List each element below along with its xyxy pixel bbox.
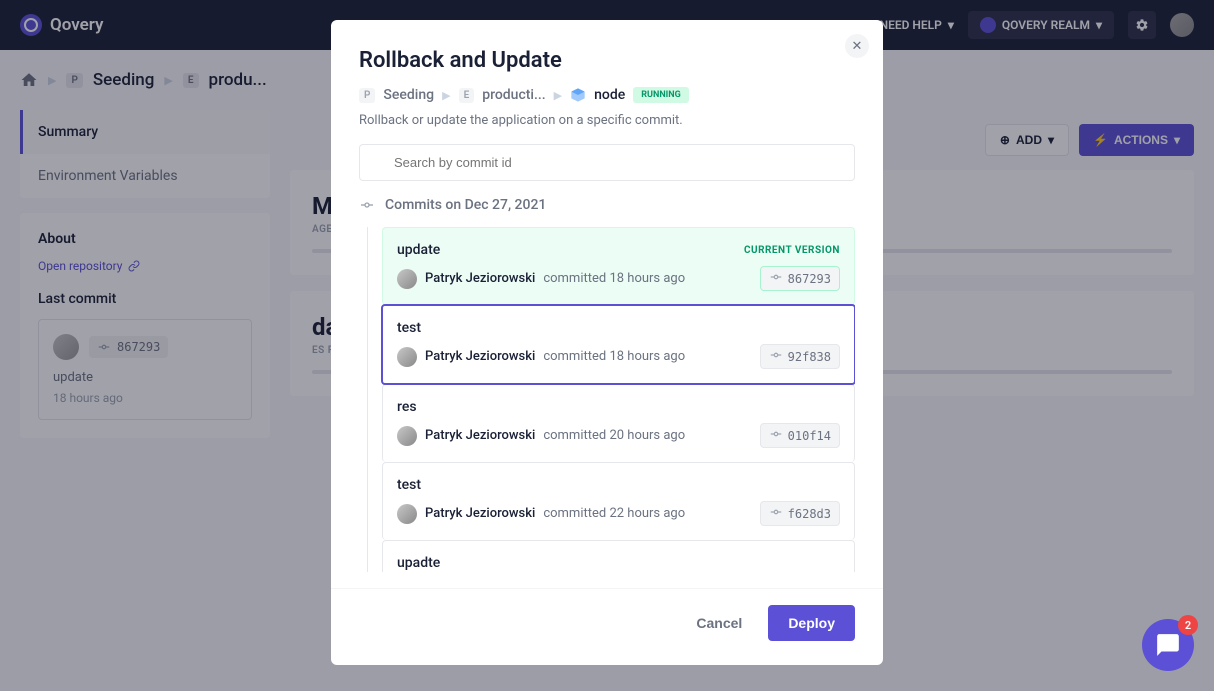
modal-close-button[interactable]: ✕ — [845, 34, 869, 58]
commit-when: committed 20 hours ago — [543, 428, 685, 443]
commit-title: test — [397, 320, 421, 336]
commit-author-avatar — [397, 347, 417, 367]
commit-when: committed 18 hours ago — [543, 349, 685, 364]
app-icon — [570, 87, 586, 103]
commit-when: committed 18 hours ago — [543, 271, 685, 286]
project-badge: P — [359, 88, 375, 103]
chat-icon — [1155, 632, 1181, 658]
cancel-button[interactable]: Cancel — [680, 605, 758, 641]
rollback-modal: ✕ Rollback and Update P Seeding ▶ E prod… — [331, 20, 883, 665]
commit-author: Patryk Jeziorowski — [425, 506, 535, 521]
modal-title: Rollback and Update — [359, 48, 855, 73]
commit-icon — [769, 270, 783, 287]
commit-author: Patryk Jeziorowski — [425, 349, 535, 364]
modal-overlay: ✕ Rollback and Update P Seeding ▶ E prod… — [0, 0, 1214, 691]
commit-author: Patryk Jeziorowski — [425, 428, 535, 443]
chevron-right-icon: ▶ — [554, 89, 562, 102]
commit-icon — [769, 427, 783, 444]
commit-item[interactable]: test Patryk Jeziorowski committed 18 hou… — [381, 304, 855, 385]
commit-icon — [769, 505, 783, 522]
commit-sha[interactable]: 010f14 — [760, 423, 840, 448]
commit-sha[interactable]: f628d3 — [760, 501, 840, 526]
commit-item[interactable]: update CURRENT VERSION Patryk Jeziorowsk… — [382, 227, 855, 305]
commit-sha[interactable]: 92f838 — [760, 344, 840, 369]
env-badge: E — [459, 88, 475, 103]
commit-icon — [359, 197, 375, 213]
bc-project[interactable]: Seeding — [383, 87, 434, 103]
commit-author-avatar — [397, 269, 417, 289]
commit-item[interactable]: upadte Patryk Jeziorowski committed 22 h… — [382, 540, 855, 572]
commit-title: test — [397, 477, 421, 493]
commit-title: upadte — [397, 555, 440, 571]
commits-list[interactable]: update CURRENT VERSION Patryk Jeziorowsk… — [367, 227, 855, 572]
commit-icon — [769, 348, 783, 365]
chat-widget[interactable]: 2 — [1142, 619, 1194, 671]
commit-author: Patryk Jeziorowski — [425, 271, 535, 286]
current-version-tag: CURRENT VERSION — [744, 245, 840, 256]
commit-item[interactable]: res Patryk Jeziorowski committed 20 hour… — [382, 384, 855, 462]
chat-badge: 2 — [1178, 615, 1198, 635]
modal-description: Rollback or update the application on a … — [359, 113, 855, 128]
modal-breadcrumb: P Seeding ▶ E producti... ▶ node RUNNING — [359, 87, 855, 103]
commit-title: update — [397, 242, 440, 258]
chevron-right-icon: ▶ — [442, 89, 450, 102]
close-icon: ✕ — [852, 39, 863, 54]
commit-when: committed 22 hours ago — [543, 506, 685, 521]
status-badge: RUNNING — [633, 87, 689, 103]
commit-sha[interactable]: 867293 — [760, 266, 840, 291]
commit-author-avatar — [397, 504, 417, 524]
bc-app[interactable]: node — [594, 87, 625, 103]
deploy-button[interactable]: Deploy — [768, 605, 855, 641]
commit-item[interactable]: test Patryk Jeziorowski committed 22 hou… — [382, 462, 855, 540]
commit-title: res — [397, 399, 417, 415]
commit-search-input[interactable] — [359, 144, 855, 181]
bc-env[interactable]: producti... — [482, 87, 545, 103]
commit-author-avatar — [397, 426, 417, 446]
commits-date-header: Commits on Dec 27, 2021 — [359, 197, 855, 213]
